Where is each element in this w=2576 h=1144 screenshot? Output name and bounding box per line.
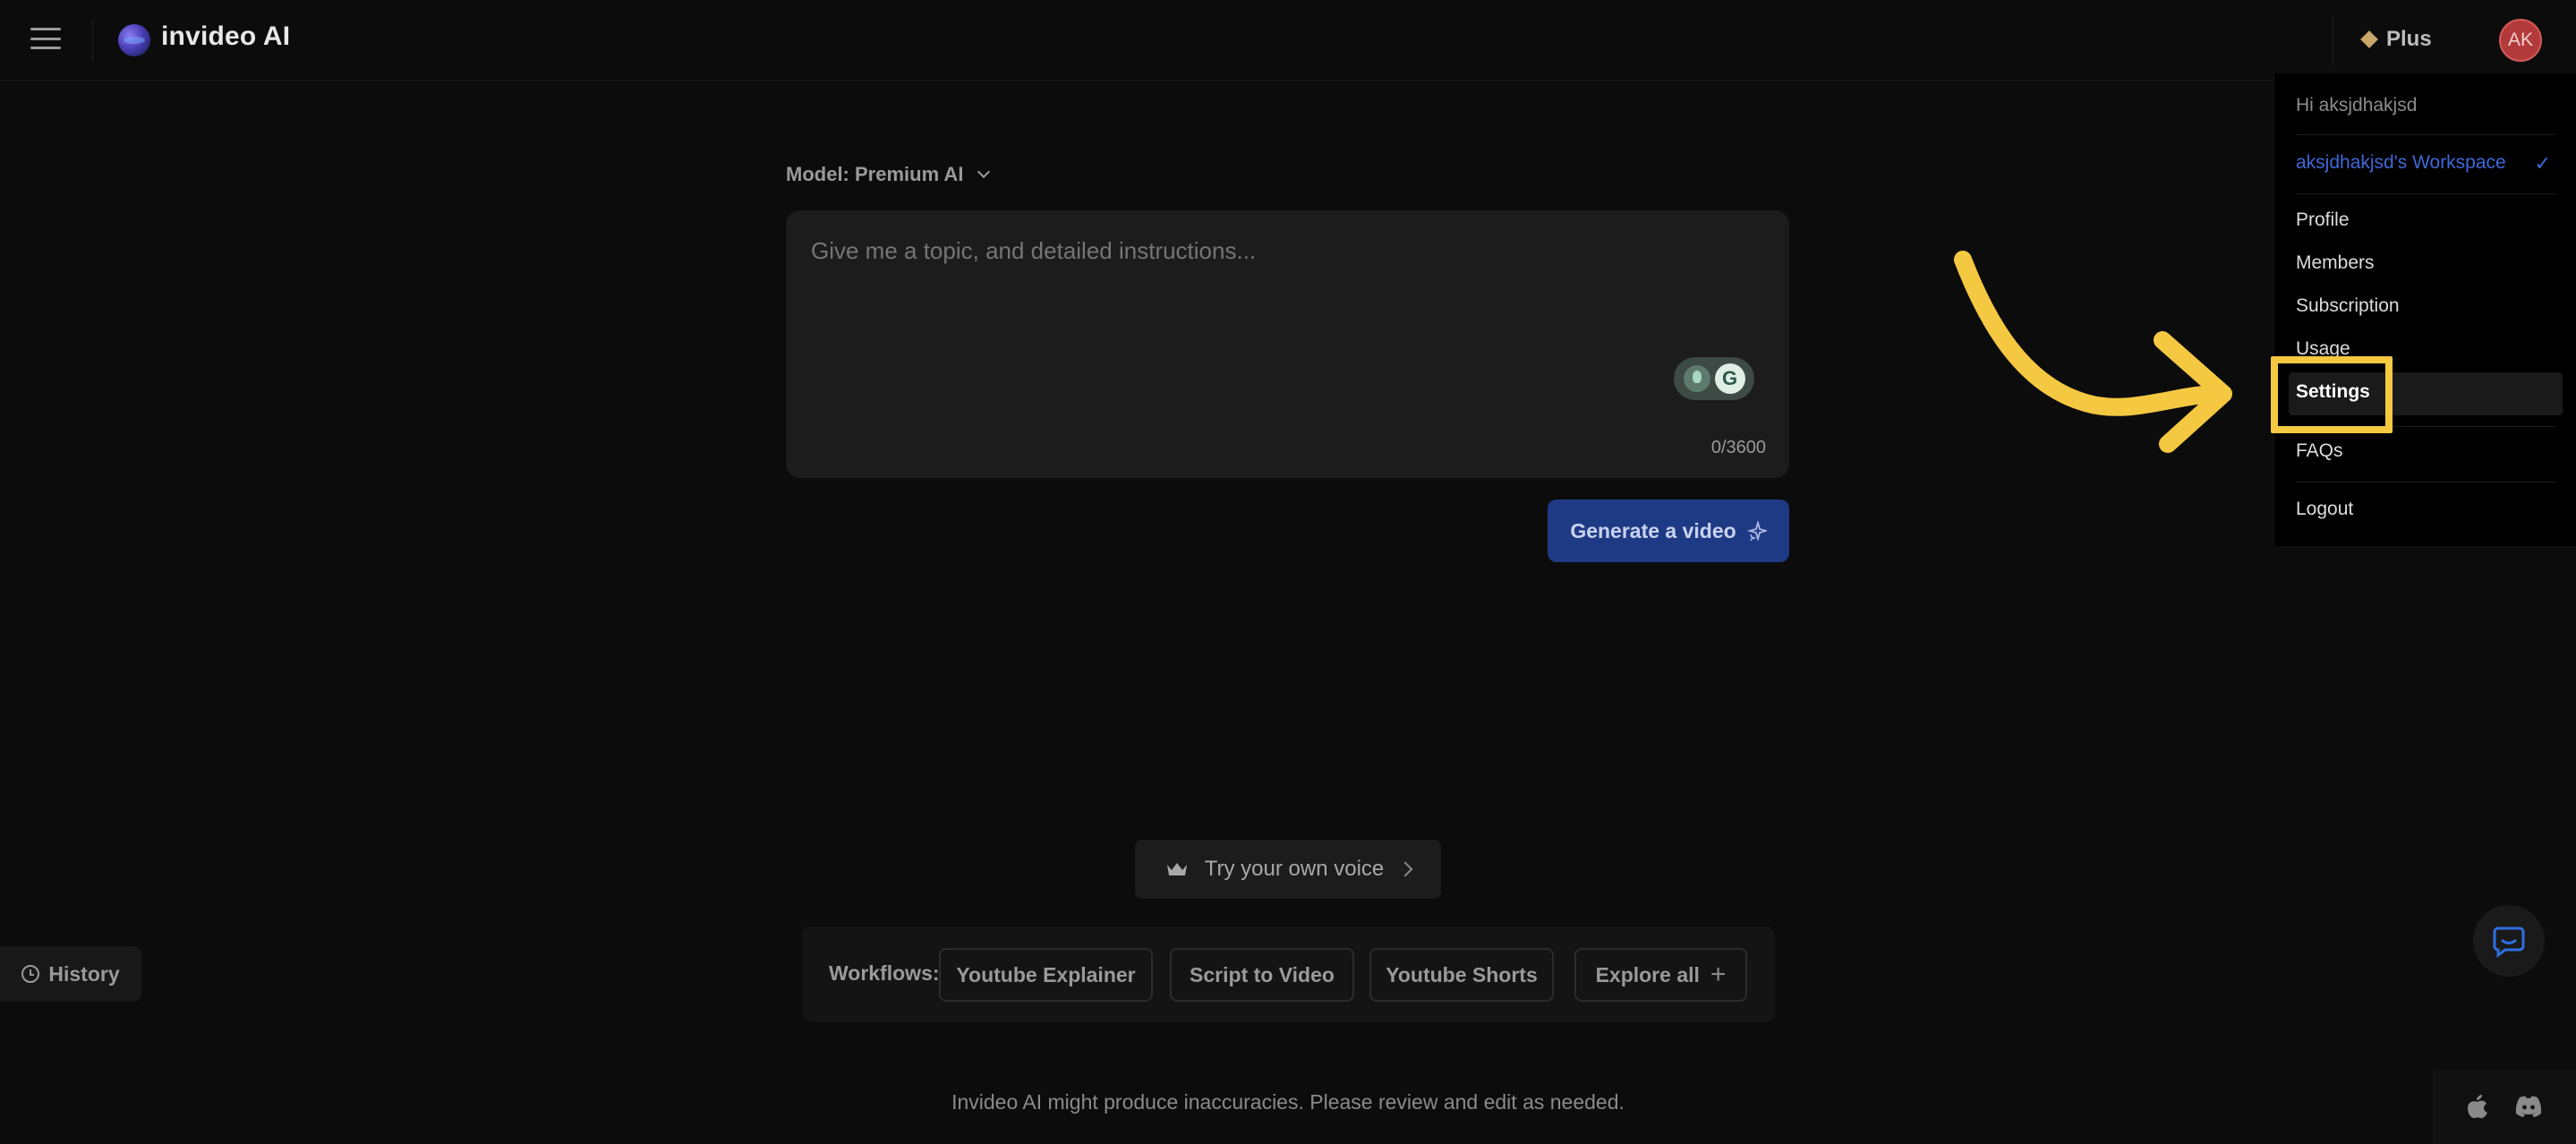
generate-label: Generate a video	[1570, 518, 1736, 542]
workflow-youtube-explainer[interactable]: Youtube Explainer	[939, 948, 1153, 1002]
user-menu: Hi aksjdhakjsd aksjdhakjsd's Workspace ✓…	[2273, 73, 2576, 546]
menu-item-members[interactable]: Members	[2296, 252, 2375, 274]
grammarly-g-icon: G	[1714, 363, 1745, 394]
chat-bubble-icon	[2493, 926, 2525, 958]
grammarly-icon[interactable]: G	[1674, 357, 1754, 400]
discord-icon[interactable]	[2514, 1095, 2543, 1118]
model-selector[interactable]: Model: Premium AI	[786, 161, 991, 188]
workflow-script-to-video[interactable]: Script to Video	[1170, 948, 1354, 1002]
avatar[interactable]: AK	[2499, 19, 2542, 62]
disclaimer-text: Invideo AI might produce inaccuracies. P…	[951, 1090, 1625, 1114]
crown-icon	[1166, 863, 1187, 875]
check-icon: ✓	[2534, 152, 2551, 175]
divider	[2296, 134, 2555, 135]
explore-all-label: Explore all	[1595, 962, 1700, 986]
menu-workspace[interactable]: aksjdhakjsd's Workspace	[2296, 152, 2564, 174]
footer-icons	[2433, 1069, 2576, 1144]
chevron-right-icon	[1397, 861, 1413, 877]
model-label: Model: Premium AI	[786, 163, 964, 185]
logo-icon	[118, 24, 150, 56]
app-root: invideo AI Plus AK Model: Premium AI G 0…	[0, 0, 2576, 1144]
hamburger-icon[interactable]	[30, 25, 61, 52]
prompt-composer: G 0/3600	[786, 210, 1789, 478]
try-voice-button[interactable]: Try your own voice	[1135, 840, 1441, 899]
diamond-icon	[2360, 30, 2378, 48]
menu-item-faqs[interactable]: FAQs	[2296, 440, 2343, 462]
plus-icon: +	[1710, 960, 1727, 989]
divider	[2296, 193, 2555, 194]
voice-label: Try your own voice	[1204, 857, 1385, 881]
menu-greeting: Hi aksjdhakjsd	[2296, 95, 2418, 115]
divider	[92, 20, 93, 61]
plan-label: Plus	[2386, 27, 2432, 51]
brand-name[interactable]: invideo AI	[161, 21, 290, 52]
top-bar: invideo AI Plus AK	[0, 0, 2576, 81]
menu-item-profile[interactable]: Profile	[2296, 209, 2350, 231]
grammarly-bulb-icon	[1683, 365, 1710, 392]
history-button[interactable]: History	[0, 946, 141, 1002]
clock-icon	[21, 965, 40, 983]
apple-icon[interactable]	[2466, 1093, 2489, 1120]
annotation-arrow	[1954, 251, 2232, 453]
workflows-label: Workflows:	[829, 961, 940, 985]
workflow-explore-all[interactable]: Explore all +	[1574, 948, 1747, 1002]
menu-item-logout[interactable]: Logout	[2296, 499, 2353, 520]
generate-video-button[interactable]: Generate a video	[1548, 499, 1789, 562]
chat-icon[interactable]	[2473, 905, 2545, 977]
workflows-bar: Workflows: Youtube Explainer Script to V…	[802, 926, 1775, 1022]
chevron-down-icon	[977, 165, 991, 179]
sparkle-icon	[1746, 521, 1767, 541]
prompt-input[interactable]	[809, 235, 1758, 379]
annotation-highlight-box	[2271, 356, 2393, 433]
workflow-youtube-shorts[interactable]: Youtube Shorts	[1369, 948, 1554, 1002]
history-label: History	[48, 961, 120, 986]
menu-item-subscription[interactable]: Subscription	[2296, 295, 2400, 317]
char-counter: 0/3600	[1710, 438, 1766, 457]
plan-button[interactable]: Plus	[2360, 23, 2432, 55]
